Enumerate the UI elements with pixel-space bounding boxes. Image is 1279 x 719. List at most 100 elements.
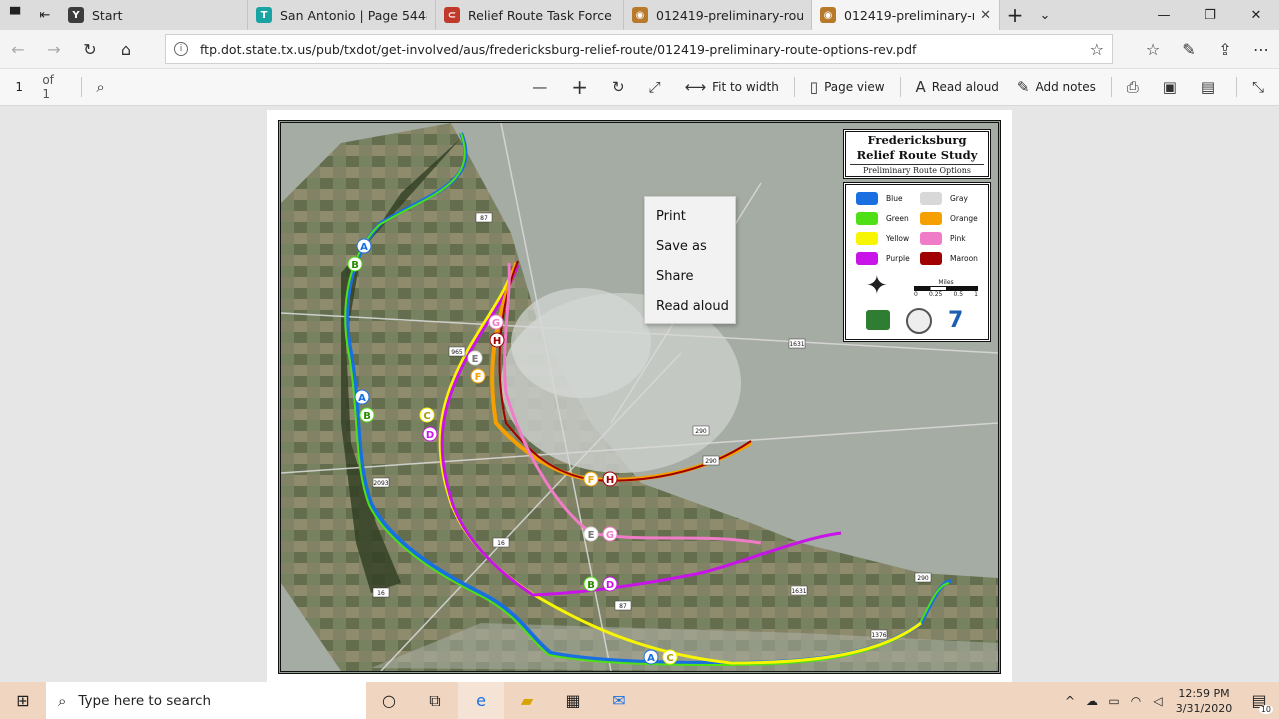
show-hidden-icons[interactable]: ^ bbox=[1059, 682, 1081, 719]
tab-relief-route-task-force[interactable]: ⊂ Relief Route Task Force | Fre bbox=[436, 0, 624, 30]
map-title-line1: Fredericksburg bbox=[867, 133, 967, 147]
file-explorer-icon[interactable]: ▰ bbox=[504, 682, 550, 719]
menu-item-read-aloud[interactable]: Read aloud bbox=[645, 291, 735, 321]
scale-ticks: 0 0.25 0.5 1 bbox=[914, 291, 978, 298]
highway-label: 87 bbox=[619, 603, 627, 610]
mail-icon[interactable]: ✉ bbox=[596, 682, 642, 719]
legend-swatch bbox=[920, 212, 942, 225]
highway-label: 87 bbox=[480, 215, 488, 222]
legend-item: Green bbox=[856, 212, 909, 225]
tab-bar: ▀ ⇤ Y Start T San Antonio | Page 5448 | … bbox=[0, 0, 1279, 30]
scale-tick: 0.5 bbox=[953, 291, 964, 298]
onedrive-icon[interactable]: ☁ bbox=[1081, 682, 1103, 719]
print-icon[interactable]: ⎙ bbox=[1118, 68, 1154, 106]
tab-pdf-2-active[interactable]: ◉ 012419-preliminary-rou ✕ bbox=[812, 0, 1000, 30]
forum-icon: T bbox=[256, 7, 272, 23]
map-legend: Blue Gray Green Orange Yellow Pink Purpl… bbox=[843, 182, 991, 342]
svg-text:B: B bbox=[351, 260, 359, 271]
clock[interactable]: 12:59 PM 3/31/2020 bbox=[1169, 686, 1239, 716]
add-notes-button[interactable]: ✎ Add notes bbox=[1008, 68, 1105, 106]
task-view-icon[interactable]: ⧉ bbox=[412, 682, 458, 719]
close-tab-icon[interactable]: ✕ bbox=[980, 8, 991, 23]
search-icon[interactable]: ⌕ bbox=[87, 68, 119, 106]
set-aside-tabs-icon[interactable]: ⇤ bbox=[30, 0, 60, 30]
legend-label: Purple bbox=[886, 254, 910, 263]
menu-item-save-as[interactable]: Save as bbox=[645, 231, 735, 261]
tab-actions-icon[interactable]: ▀ bbox=[0, 0, 30, 30]
pdf-toolbar: 1 of 1 ⌕ — + ↻ ⤢ ⟷ Fit to width ▯ Page vie… bbox=[0, 68, 1279, 106]
legend-swatch bbox=[856, 232, 878, 245]
site-info-icon[interactable]: i bbox=[174, 42, 188, 56]
restore-icon[interactable]: ❐ bbox=[1187, 0, 1233, 30]
edge-icon[interactable]: e bbox=[458, 682, 504, 719]
share-icon[interactable]: ⇪ bbox=[1207, 30, 1243, 68]
page-total: of 1 bbox=[42, 73, 54, 101]
notifications-icon[interactable]: ▤ 10 bbox=[1239, 682, 1279, 719]
windows-start-icon[interactable]: ⊞ bbox=[0, 682, 46, 719]
new-tab-icon[interactable]: + bbox=[1000, 0, 1030, 30]
scale-bar: Miles 0 0.25 0.5 1 bbox=[914, 279, 978, 298]
wifi-icon[interactable]: ◠ bbox=[1125, 682, 1147, 719]
tab-bar-spacer bbox=[1060, 0, 1141, 30]
svg-text:D: D bbox=[426, 430, 434, 441]
battery-icon[interactable]: ▭ bbox=[1103, 682, 1125, 719]
zoom-in-icon[interactable]: + bbox=[562, 68, 603, 106]
taskbar-search[interactable]: ⌕ Type here to search bbox=[46, 682, 366, 719]
map-title-line2: Relief Route Study bbox=[856, 148, 978, 162]
legend-swatch bbox=[856, 252, 878, 265]
tab-pdf-1[interactable]: ◉ 012419-preliminary-route-c bbox=[624, 0, 812, 30]
save-as-icon[interactable]: ▤ bbox=[1192, 68, 1230, 106]
forward-icon[interactable]: → bbox=[36, 30, 72, 68]
back-icon[interactable]: ← bbox=[0, 30, 36, 68]
home-icon[interactable]: ⌂ bbox=[108, 30, 144, 68]
highway-label: 16 bbox=[497, 540, 505, 547]
divider bbox=[793, 77, 795, 97]
save-icon[interactable]: ▣ bbox=[1154, 68, 1192, 106]
store-icon[interactable]: ▦ bbox=[550, 682, 596, 719]
favorites-icon[interactable]: ☆ bbox=[1135, 30, 1171, 68]
map-title-box: Fredericksburg Relief Route Study Prelim… bbox=[843, 129, 991, 179]
address-bar[interactable]: i ftp.dot.state.tx.us/pub/txdot/get-invo… bbox=[165, 34, 1113, 64]
legend-item: Gray bbox=[920, 192, 968, 205]
north-arrow-icon: ✦ bbox=[866, 271, 888, 301]
taskbar: ⊞ ⌕ Type here to search ○ ⧉ e ▰ ▦ ✉ ^ ☁ … bbox=[0, 682, 1279, 719]
cortana-icon[interactable]: ○ bbox=[366, 682, 412, 719]
rotate-icon[interactable]: ↻ bbox=[603, 68, 640, 106]
zoom-out-icon[interactable]: — bbox=[523, 68, 562, 106]
link-icon: ⊂ bbox=[444, 7, 460, 23]
pin-toolbar-icon[interactable]: ⤡ bbox=[1243, 68, 1279, 106]
context-menu: Print Save as Share Read aloud bbox=[644, 196, 736, 324]
close-window-icon[interactable]: ✕ bbox=[1233, 0, 1279, 30]
divider bbox=[80, 77, 82, 97]
fullscreen-icon[interactable]: ⤢ bbox=[640, 68, 676, 106]
menu-item-share[interactable]: Share bbox=[645, 261, 735, 291]
notification-count: 10 bbox=[1258, 705, 1273, 714]
tab-start[interactable]: Y Start bbox=[60, 0, 248, 30]
pen-icon[interactable]: ✎ bbox=[1171, 30, 1207, 68]
pdf-icon: ◉ bbox=[632, 7, 648, 23]
volume-icon[interactable]: ◁ bbox=[1147, 682, 1169, 719]
highway-label: 16 bbox=[377, 590, 385, 597]
search-placeholder: Type here to search bbox=[78, 692, 212, 709]
chevron-down-icon[interactable]: ⌄ bbox=[1030, 0, 1060, 30]
legend-label: Blue bbox=[886, 194, 903, 203]
highway-label: 2093 bbox=[373, 480, 388, 487]
fit-width-icon: ⟷ bbox=[684, 78, 707, 96]
legend-swatch bbox=[920, 252, 942, 265]
page-view-icon: ▯ bbox=[809, 78, 819, 96]
read-aloud-button[interactable]: A Read aloud bbox=[906, 68, 1007, 106]
refresh-icon[interactable]: ↻ bbox=[72, 30, 108, 68]
highway-label: 965 bbox=[451, 349, 463, 356]
page-view-button[interactable]: ▯ Page view bbox=[801, 68, 894, 106]
page-number-input[interactable]: 1 bbox=[6, 74, 32, 100]
fit-to-width-button[interactable]: ⟷ Fit to width bbox=[676, 68, 788, 106]
tab-title: 012419-preliminary-route-c bbox=[656, 7, 803, 23]
minimize-icon[interactable]: — bbox=[1141, 0, 1187, 30]
legend-label: Orange bbox=[950, 214, 978, 223]
start-icon: Y bbox=[68, 7, 84, 23]
more-icon[interactable]: ⋯ bbox=[1243, 30, 1279, 68]
menu-item-print[interactable]: Print bbox=[645, 201, 735, 231]
favorite-star-icon[interactable]: ☆ bbox=[1090, 40, 1104, 59]
svg-text:D: D bbox=[606, 580, 614, 591]
tab-san-antonio[interactable]: T San Antonio | Page 5448 | Ta bbox=[248, 0, 436, 30]
